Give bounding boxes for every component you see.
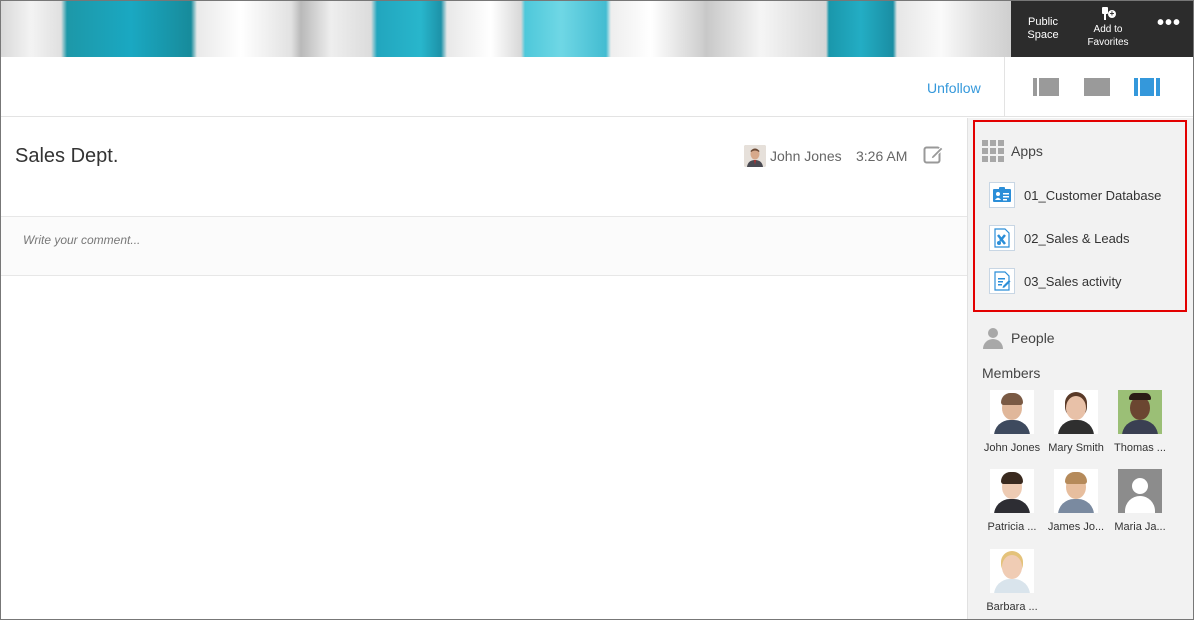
people-section-header: People bbox=[982, 327, 1055, 349]
pin-plus-icon: + bbox=[1100, 7, 1116, 21]
member-item[interactable]: John Jones bbox=[981, 390, 1043, 454]
layout-left-sidebar-button[interactable] bbox=[1033, 78, 1059, 96]
avatar bbox=[744, 145, 766, 167]
layout-full-width-button[interactable] bbox=[1084, 78, 1110, 96]
member-item[interactable]: Thomas ... bbox=[1109, 390, 1171, 454]
unfollow-link[interactable]: Unfollow bbox=[927, 80, 981, 96]
member-name: Barbara ... bbox=[986, 601, 1038, 613]
thread-author[interactable]: John Jones bbox=[744, 145, 842, 167]
member-item[interactable]: James Jo... bbox=[1045, 469, 1107, 533]
add-to-favorites-label: Add to Favorites bbox=[1087, 24, 1129, 48]
sales-activity-icon bbox=[989, 268, 1015, 294]
app-label: 02_Sales & Leads bbox=[1024, 230, 1130, 246]
app-link-sales-leads[interactable]: 02_Sales & Leads bbox=[989, 225, 1130, 251]
author-name: John Jones bbox=[770, 148, 842, 164]
comment-input[interactable]: Write your comment... bbox=[23, 233, 140, 247]
member-name: Thomas ... bbox=[1114, 442, 1166, 454]
post-timestamp: 3:26 AM bbox=[856, 148, 908, 164]
avatar bbox=[1054, 469, 1098, 513]
apps-grid-icon bbox=[982, 140, 1004, 162]
member-item[interactable]: Maria Ja... bbox=[1109, 469, 1171, 533]
avatar bbox=[990, 469, 1034, 513]
members-label: Members bbox=[982, 365, 1041, 381]
customer-database-icon bbox=[989, 182, 1015, 208]
app-label: 03_Sales activity bbox=[1024, 273, 1122, 289]
member-name: Patricia ... bbox=[987, 521, 1037, 533]
public-space-label[interactable]: Public Space bbox=[1019, 16, 1067, 42]
member-item[interactable]: Barbara ... bbox=[981, 549, 1043, 613]
member-name: John Jones bbox=[983, 442, 1041, 454]
avatar bbox=[990, 390, 1034, 434]
add-to-favorites-button[interactable]: + Add to Favorites bbox=[1081, 7, 1135, 49]
app-link-customer-database[interactable]: 01_Customer Database bbox=[989, 182, 1161, 208]
right-sidebar: Apps 01_Customer Database 02_Sales & Lea… bbox=[967, 118, 1193, 619]
toolbar-divider bbox=[1004, 57, 1005, 117]
sales-leads-icon bbox=[989, 225, 1015, 251]
avatar bbox=[990, 549, 1034, 593]
layout-three-column-button[interactable] bbox=[1134, 78, 1160, 96]
member-name: James Jo... bbox=[1047, 521, 1105, 533]
more-options-button[interactable]: ••• bbox=[1151, 13, 1187, 33]
member-name: Maria Ja... bbox=[1114, 521, 1166, 533]
member-name: Mary Smith bbox=[1048, 442, 1104, 454]
edit-icon[interactable] bbox=[923, 143, 945, 165]
avatar bbox=[1054, 390, 1098, 434]
thread-toolbar: Unfollow bbox=[1, 57, 1193, 117]
thread-title: Sales Dept. bbox=[15, 145, 119, 167]
app-label: 01_Customer Database bbox=[1024, 187, 1162, 203]
member-item[interactable]: Patricia ... bbox=[981, 469, 1043, 533]
default-avatar bbox=[1118, 469, 1162, 513]
apps-section-header: Apps bbox=[982, 140, 1043, 162]
avatar bbox=[1118, 390, 1162, 434]
thread-main: Sales Dept. John Jones 3:26 AM Write you bbox=[1, 118, 967, 619]
people-title: People bbox=[1011, 330, 1055, 346]
app-window: Public Space + Add to Favorites ••• Unfo… bbox=[0, 0, 1194, 620]
app-link-sales-activity[interactable]: 03_Sales activity bbox=[989, 268, 1122, 294]
person-icon bbox=[982, 327, 1004, 349]
apps-title: Apps bbox=[1011, 143, 1043, 159]
member-item[interactable]: Mary Smith bbox=[1045, 390, 1107, 454]
comment-box[interactable]: Write your comment... bbox=[1, 216, 967, 276]
